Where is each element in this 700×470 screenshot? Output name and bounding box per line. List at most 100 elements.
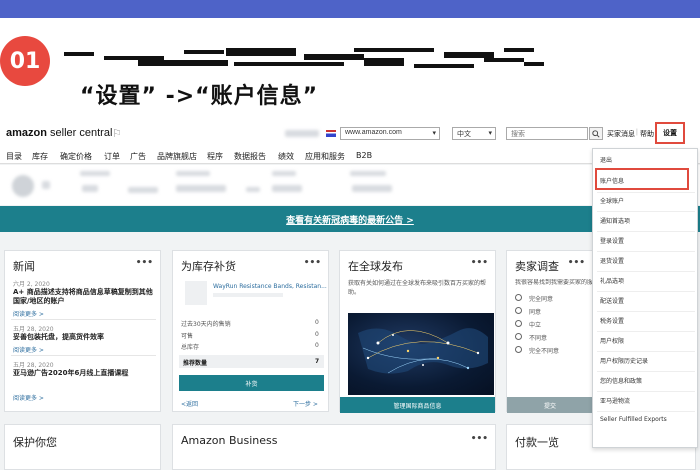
more-options-icon[interactable]: ••• (304, 258, 321, 268)
marketplace-select[interactable]: www.amazon.com ▾ (340, 127, 440, 140)
header-divider: | (636, 129, 638, 136)
menu-item-gift-options[interactable]: 礼品选项 (600, 276, 624, 285)
metric-redacted (42, 181, 50, 189)
survey-radio[interactable] (515, 320, 522, 327)
divider (11, 319, 156, 320)
read-more-link[interactable]: 阅读更多 > (13, 309, 44, 318)
global-description: 获取有关如何通过在全球发布来吸引数百万买家的帮助。 (348, 280, 487, 296)
menu-item-login-settings[interactable]: 登录设置 (600, 236, 624, 245)
divider (597, 351, 695, 352)
news-headline[interactable]: 亚马逊广告2020年6月线上直播课程 (13, 369, 158, 378)
manage-international-listings-button[interactable]: 管理国际商品信息 (340, 397, 495, 413)
survey-radio[interactable] (515, 294, 522, 301)
nav-item[interactable]: 品牌旗舰店 (157, 151, 197, 162)
metric-redacted (176, 171, 210, 176)
survey-option: 中立 (529, 322, 542, 329)
menu-item-seller-fulfilled-exports[interactable]: Seller Fulfilled Exports (600, 416, 667, 423)
more-options-icon[interactable]: ••• (471, 258, 488, 268)
global-selling-card: 在全球发布 ••• 获取有关如何通过在全球发布来吸引数百万买家的帮助。 管理国际… (339, 250, 496, 413)
menu-item-logout[interactable]: 退出 (600, 155, 612, 164)
divider (597, 211, 695, 212)
menu-item-user-permission-history[interactable]: 用户权限历史记录 (600, 356, 648, 365)
store-name-redacted (285, 130, 319, 137)
product-image (185, 281, 207, 305)
us-flag-icon (326, 130, 336, 137)
menu-item-global-accounts[interactable]: 全球账户 (600, 196, 624, 205)
world-map-image (348, 313, 494, 395)
seller-central-header: amazon seller central ⚐ www.amazon.com ▾… (0, 118, 700, 148)
survey-option: 同意 (529, 309, 542, 316)
more-options-icon[interactable]: ••• (136, 258, 153, 268)
menu-item-tax-settings[interactable]: 税务设置 (600, 316, 624, 325)
bottom-card-title: 付款一览 (515, 436, 559, 449)
news-date: 六月 2, 2020 (13, 281, 50, 288)
menu-item-shipping-settings[interactable]: 配送设置 (600, 296, 624, 305)
menu-item-info-and-policies[interactable]: 您的信息和政策 (600, 376, 642, 385)
more-options-icon[interactable]: ••• (471, 434, 488, 444)
nav-item[interactable]: 订单 (104, 151, 120, 162)
read-more-link[interactable]: 阅读更多 > (13, 345, 44, 354)
flag-icon[interactable]: ⚐ (112, 127, 122, 140)
search-input[interactable]: 搜索 (506, 127, 588, 140)
read-more-link[interactable]: 阅读更多 > (13, 393, 44, 402)
nav-item[interactable]: 目录 (6, 151, 22, 162)
recommended-label: 推荐数量 (183, 360, 208, 367)
avatar (12, 175, 34, 197)
restock-card: 为库存补货 ••• WayRun Resistance Bands, Resis… (172, 250, 329, 412)
nav-item[interactable]: 确定价格 (60, 151, 92, 162)
nav-item[interactable]: 程序 (207, 151, 223, 162)
survey-option: 完全同意 (529, 296, 554, 303)
world-network-map (358, 328, 488, 374)
instruction-text: “设置” ->“账户信息” (80, 84, 319, 109)
survey-radio[interactable] (515, 333, 522, 340)
nav-item[interactable]: 应用和服务 (305, 151, 345, 162)
search-button[interactable] (589, 127, 603, 140)
product-detail-redacted (213, 293, 283, 297)
menu-item-user-permissions[interactable]: 用户权限 (600, 336, 624, 345)
divider (597, 411, 695, 412)
divider (597, 311, 695, 312)
metric-redacted (128, 187, 158, 193)
buyer-messages-link[interactable]: 买家消息 (607, 129, 635, 139)
nav-item[interactable]: 数据报告 (234, 151, 266, 162)
news-headline[interactable]: 妥善包装托盘，提高货件效率 (13, 333, 158, 342)
restock-button[interactable]: 补货 (179, 375, 324, 391)
divider (597, 251, 695, 252)
restock-row-value: 0 (315, 331, 319, 338)
menu-item-account-info[interactable]: 账户信息 (600, 176, 624, 185)
menu-item-fba[interactable]: 亚马逊物流 (600, 396, 630, 405)
nav-item[interactable]: 绩效 (278, 151, 294, 162)
slide-top-bar (0, 0, 700, 18)
marketplace-value: www.amazon.com (345, 129, 402, 136)
metric-redacted (80, 171, 110, 176)
nav-item[interactable]: 库存 (32, 151, 48, 162)
bottom-card-1: 保护你您 (4, 424, 161, 470)
settings-button-highlighted[interactable]: 设置 (655, 122, 685, 144)
nav-item[interactable]: 广告 (130, 151, 146, 162)
survey-radio[interactable] (515, 346, 522, 353)
menu-item-return-settings[interactable]: 退货设置 (600, 256, 624, 265)
help-link[interactable]: 帮助 (640, 129, 654, 139)
amazon-seller-central-logo[interactable]: amazon seller central (6, 127, 112, 139)
language-select[interactable]: 中文 ▾ (452, 127, 496, 140)
news-date: 五月 28, 2020 (13, 326, 54, 333)
survey-radio[interactable] (515, 307, 522, 314)
product-name[interactable]: WayRun Resistance Bands, Resistan... (213, 283, 327, 290)
menu-item-notification-preferences[interactable]: 通知首选项 (600, 216, 630, 225)
survey-submit-button[interactable]: 提交 (507, 397, 593, 413)
logo-main-text: amazon (6, 127, 47, 139)
metric-redacted (246, 187, 260, 192)
prev-link[interactable]: <返回 (181, 399, 198, 408)
divider (597, 271, 695, 272)
next-link[interactable]: 下一步 > (293, 399, 318, 408)
seller-central-screenshot: amazon seller central ⚐ www.amazon.com ▾… (0, 118, 700, 470)
more-options-icon[interactable]: ••• (568, 258, 585, 268)
nav-item[interactable]: B2B (356, 151, 372, 160)
restock-row-label: 过去30天内的售销 (181, 321, 231, 328)
restock-row-value: 0 (315, 319, 319, 326)
bottom-card-title: 保护你您 (13, 436, 57, 449)
news-headline[interactable]: A+ 商品描述支持将商品信息草稿复制到其他国家/地区的账户 (13, 288, 158, 306)
chevron-down-icon: ▾ (488, 130, 492, 137)
metric-redacted (350, 171, 386, 176)
survey-option: 不同意 (529, 335, 548, 342)
